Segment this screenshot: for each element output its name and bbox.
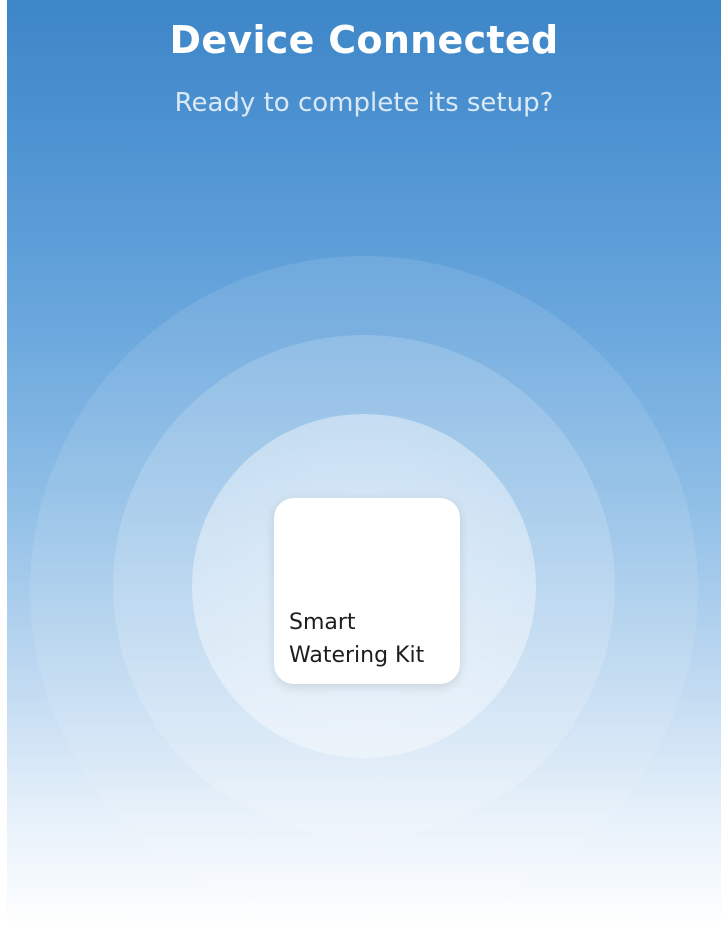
page-subtitle: Ready to complete its setup? xyxy=(174,88,554,118)
device-card[interactable]: Smart Watering Kit xyxy=(274,498,460,684)
device-name: Smart Watering Kit xyxy=(289,610,425,668)
page-title: Device Connected xyxy=(169,18,559,62)
device-connected-screen: Device Connected Ready to complete its s… xyxy=(7,0,721,930)
